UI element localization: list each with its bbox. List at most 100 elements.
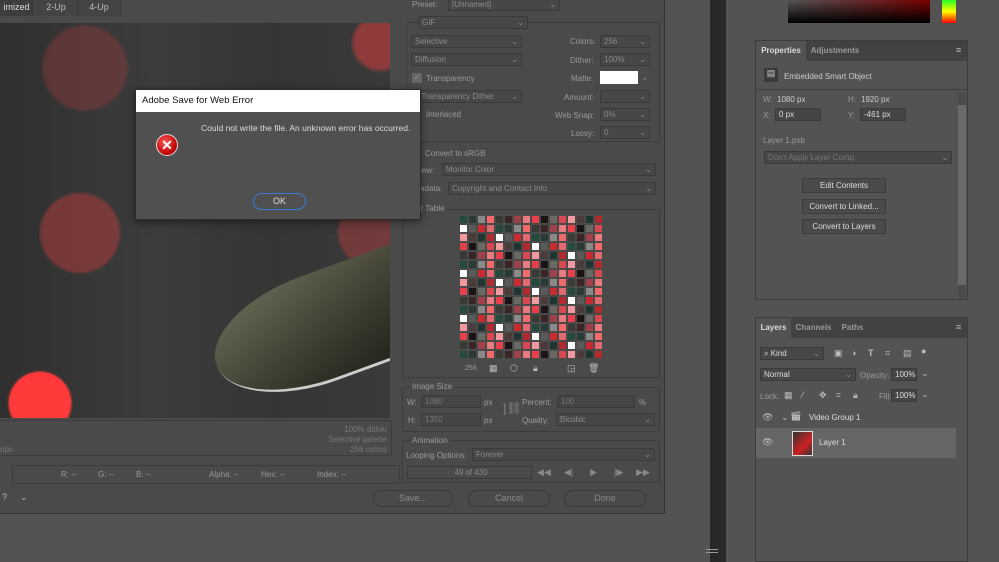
color-swatch[interactable] <box>531 314 540 323</box>
matte-chevron-icon[interactable]: ⌄ <box>641 72 649 83</box>
color-swatch[interactable] <box>522 350 531 359</box>
color-swatch[interactable] <box>540 242 549 251</box>
fill-input[interactable]: 100% <box>891 389 917 402</box>
layer-row-layer-1[interactable]: 👁︎ Layer 1 <box>756 428 956 458</box>
layer-comp-select[interactable]: Don't Apply Layer Comp ⌄ <box>764 151 952 164</box>
color-swatch[interactable] <box>585 287 594 296</box>
lock-pixels-icon[interactable]: ⁄ <box>802 390 804 400</box>
done-button[interactable]: Done <box>564 490 646 507</box>
tab-adjustments[interactable]: Adjustments <box>806 41 864 61</box>
color-swatch[interactable] <box>486 332 495 341</box>
color-swatch[interactable] <box>513 314 522 323</box>
color-swatch[interactable] <box>585 242 594 251</box>
color-swatch[interactable] <box>594 233 603 242</box>
color-swatch[interactable] <box>468 332 477 341</box>
color-swatch[interactable] <box>549 215 558 224</box>
first-frame-icon[interactable]: ◀◀ <box>537 467 551 478</box>
color-swatch[interactable] <box>504 251 513 260</box>
color-swatch[interactable] <box>540 260 549 269</box>
color-swatch[interactable] <box>477 287 486 296</box>
color-swatch[interactable] <box>513 332 522 341</box>
color-swatch[interactable] <box>585 323 594 332</box>
height-input[interactable]: 1350 <box>421 413 481 426</box>
color-swatch[interactable] <box>504 296 513 305</box>
color-swatch[interactable] <box>558 323 567 332</box>
color-swatch[interactable] <box>585 296 594 305</box>
color-swatch[interactable] <box>495 233 504 242</box>
color-swatch[interactable] <box>594 350 603 359</box>
color-swatch[interactable] <box>585 233 594 242</box>
color-swatch[interactable] <box>459 215 468 224</box>
color-swatch[interactable] <box>504 224 513 233</box>
tab-4-up[interactable]: 4-Up <box>78 0 121 16</box>
color-swatch[interactable] <box>594 296 603 305</box>
color-swatch[interactable] <box>504 233 513 242</box>
color-swatch[interactable] <box>594 251 603 260</box>
color-swatch[interactable] <box>594 278 603 287</box>
color-swatch[interactable] <box>477 260 486 269</box>
color-swatch[interactable] <box>477 215 486 224</box>
color-swatch[interactable] <box>513 224 522 233</box>
matte-swatch[interactable] <box>600 71 638 84</box>
color-swatch[interactable] <box>576 260 585 269</box>
color-swatch[interactable] <box>486 260 495 269</box>
opacity-chevron-icon[interactable]: ⌄ <box>921 368 929 379</box>
color-swatch[interactable] <box>459 224 468 233</box>
filter-toggle[interactable]: ● <box>921 346 926 356</box>
color-swatch[interactable] <box>558 278 567 287</box>
color-swatch[interactable] <box>513 296 522 305</box>
lock-all-icon[interactable]: 🔒︎ <box>853 390 858 401</box>
preview-select[interactable]: Monitor Color ⌄ <box>442 163 656 176</box>
color-swatch[interactable] <box>459 296 468 305</box>
last-frame-icon[interactable]: ▶▶ <box>636 467 650 478</box>
color-swatch[interactable] <box>459 305 468 314</box>
color-swatch[interactable] <box>540 323 549 332</box>
save-button[interactable]: Save... <box>373 490 453 507</box>
color-swatch[interactable] <box>495 296 504 305</box>
color-swatch[interactable] <box>558 242 567 251</box>
color-swatch[interactable] <box>594 323 603 332</box>
color-swatch[interactable] <box>513 278 522 287</box>
color-swatch[interactable] <box>576 305 585 314</box>
color-swatch[interactable] <box>513 341 522 350</box>
tab-channels[interactable]: Channels <box>791 318 836 338</box>
color-swatch[interactable] <box>495 305 504 314</box>
width-input[interactable]: 1080 <box>421 395 481 408</box>
color-swatch[interactable] <box>531 215 540 224</box>
color-swatch[interactable] <box>558 269 567 278</box>
color-swatch[interactable] <box>513 215 522 224</box>
color-swatch[interactable] <box>477 314 486 323</box>
color-swatch[interactable] <box>558 251 567 260</box>
color-swatch[interactable] <box>540 233 549 242</box>
tab-paths[interactable]: Paths <box>836 318 869 338</box>
color-swatch[interactable] <box>585 314 594 323</box>
color-swatch[interactable] <box>477 242 486 251</box>
color-swatch[interactable] <box>513 260 522 269</box>
color-swatch[interactable] <box>531 350 540 359</box>
color-swatch[interactable] <box>459 332 468 341</box>
color-swatch[interactable] <box>495 278 504 287</box>
color-swatch[interactable] <box>522 251 531 260</box>
convert-srgb-checkbox[interactable]: Convert to sRGB <box>425 149 485 158</box>
visibility-eye-icon[interactable]: 👁︎ <box>762 437 773 448</box>
color-swatch[interactable] <box>594 314 603 323</box>
color-swatch[interactable] <box>540 341 549 350</box>
color-swatch[interactable] <box>585 260 594 269</box>
color-swatch[interactable] <box>594 305 603 314</box>
color-swatch[interactable] <box>477 350 486 359</box>
color-swatch[interactable] <box>567 341 576 350</box>
color-swatch[interactable] <box>504 287 513 296</box>
color-swatch[interactable] <box>558 224 567 233</box>
color-swatch[interactable] <box>567 269 576 278</box>
pixel-filter-icon[interactable]: ▣ <box>834 348 843 359</box>
color-swatch[interactable] <box>594 215 603 224</box>
color-swatch[interactable] <box>459 287 468 296</box>
color-swatch[interactable] <box>549 296 558 305</box>
color-swatch[interactable] <box>585 341 594 350</box>
tab-properties[interactable]: Properties <box>756 41 806 61</box>
color-swatch[interactable] <box>468 251 477 260</box>
color-swatch[interactable] <box>558 350 567 359</box>
looping-select[interactable]: Forever ⌄ <box>472 448 655 461</box>
color-swatch[interactable] <box>540 296 549 305</box>
color-swatch[interactable] <box>513 305 522 314</box>
